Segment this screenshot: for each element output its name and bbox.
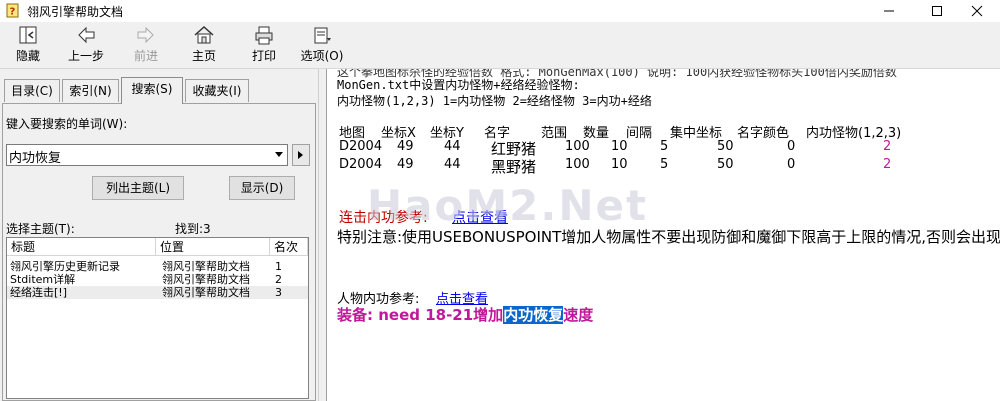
- tab-index[interactable]: 索引(N): [62, 79, 119, 102]
- table-cell: D2004: [339, 139, 383, 154]
- equip-suffix: 速度: [563, 306, 594, 324]
- hide-pane-icon: [19, 26, 37, 44]
- hide-label: 隐藏: [15, 49, 40, 63]
- result-location: 翎风引擎帮助文档: [162, 273, 250, 286]
- toolbar: 隐藏 上一步 前进 主页 打印 选项(O): [0, 22, 1000, 69]
- printer-icon: [255, 26, 273, 45]
- table-cell: D2004: [339, 157, 383, 172]
- search-expand-button[interactable]: [292, 144, 310, 166]
- list-topics-button[interactable]: 列出主题(L): [92, 176, 184, 200]
- close-icon: [971, 5, 983, 17]
- chevron-down-icon[interactable]: [275, 151, 284, 158]
- result-rank: 1: [275, 260, 282, 273]
- table-cell: 100: [565, 157, 590, 172]
- maximize-icon: [932, 6, 942, 16]
- svg-text:?: ?: [10, 7, 16, 18]
- arrow-right-small-icon: [298, 151, 303, 159]
- print-label: 打印: [251, 49, 276, 63]
- minimize-icon: [884, 10, 894, 12]
- equipment-line: 装备: need 18-21增加内功恢复速度: [337, 304, 593, 325]
- table-header: 集中坐标: [670, 126, 723, 141]
- result-location: 翎风引擎帮助文档: [162, 286, 250, 299]
- table-header: 间隔: [626, 126, 653, 141]
- table-cell: 5: [660, 157, 669, 172]
- list-item[interactable]: 翎风引擎历史更新记录 翎风引擎帮助文档 1: [7, 260, 308, 273]
- column-header-title[interactable]: 标题: [7, 238, 156, 256]
- search-prompt-label: 键入要搜索的单词(W):: [6, 117, 128, 131]
- select-topic-label: 选择主题(T):: [6, 222, 75, 236]
- content-line: 内功怪物(1,2,3) 1=内功怪物 2=经络怪物 3=内功+经络: [337, 94, 652, 108]
- table-header: 名字颜色: [737, 126, 790, 141]
- table-header: 范围: [541, 126, 568, 141]
- table-cell: 10: [611, 139, 628, 154]
- home-icon: [194, 25, 214, 44]
- title-bar: ? 翎风引擎帮助文档: [0, 0, 1000, 22]
- print-button[interactable]: 打印: [246, 24, 282, 66]
- content-pane: 这个拳地图标杀怪的经验倍数 格式: MonGenMax(100) 说明: 100…: [326, 69, 1000, 401]
- table-cell: 50: [717, 157, 734, 172]
- home-button[interactable]: 主页: [186, 24, 222, 66]
- table-cell: 10: [611, 157, 628, 172]
- window-title: 翎风引擎帮助文档: [27, 5, 124, 19]
- back-label: 上一步: [67, 49, 104, 63]
- table-cell: 2: [883, 157, 892, 172]
- options-label: 选项(O): [300, 49, 344, 63]
- forward-label: 前进: [133, 49, 158, 63]
- tab-favorites[interactable]: 收藏夹(I): [185, 79, 249, 102]
- forward-button[interactable]: 前进: [126, 24, 166, 66]
- watermark: HaoM2.Net: [367, 181, 649, 230]
- table-cell: 50: [717, 139, 734, 154]
- tab-search[interactable]: 搜索(S): [121, 77, 183, 104]
- table-cell: 44: [444, 139, 461, 154]
- table-cell: 0: [787, 157, 796, 172]
- options-button[interactable]: 选项(O): [300, 24, 344, 66]
- options-icon: [314, 27, 331, 44]
- search-input-value: 内功恢复: [9, 151, 62, 166]
- navigation-pane: 目录(C) 索引(N) 搜索(S) 收藏夹(I) 键入要搜索的单词(W): 内功…: [0, 69, 318, 401]
- result-location: 翎风引擎帮助文档: [162, 260, 250, 273]
- table-cell: 5: [660, 139, 669, 154]
- list-item[interactable]: 经络连击[!] 翎风引擎帮助文档 3: [7, 286, 308, 299]
- search-input[interactable]: 内功恢复: [6, 144, 288, 166]
- result-title: Stditem详解: [10, 273, 76, 286]
- table-cell: 100: [565, 139, 590, 154]
- table-cell: 44: [444, 157, 461, 172]
- arrow-right-icon: [137, 26, 154, 44]
- result-title: 翎风引擎历史更新记录: [10, 260, 120, 273]
- result-rank: 3: [275, 286, 282, 299]
- column-header-rank[interactable]: 名次: [270, 238, 308, 256]
- minimize-button[interactable]: [866, 0, 912, 22]
- tab-contents[interactable]: 目录(C): [4, 79, 60, 102]
- close-button[interactable]: [954, 0, 1000, 22]
- result-title: 经络连击[!]: [10, 286, 67, 299]
- column-header-location[interactable]: 位置: [156, 238, 270, 256]
- content-line: MonGen.txt中设置内功怪物+经络经验怪物:: [337, 78, 580, 92]
- back-button[interactable]: 上一步: [64, 24, 108, 66]
- result-rank: 2: [275, 273, 282, 286]
- home-label: 主页: [191, 49, 216, 63]
- table-cell: 0: [787, 139, 796, 154]
- table-cell: 49: [397, 157, 414, 172]
- help-question-icon: ?: [6, 3, 19, 18]
- hide-button[interactable]: 隐藏: [8, 24, 48, 66]
- results-list: 标题 位置 名次 翎风引擎历史更新记录 翎风引擎帮助文档 1 Stditem详解…: [6, 237, 309, 399]
- display-button[interactable]: 显示(D): [229, 176, 295, 200]
- search-highlight: 内功恢复: [503, 306, 564, 324]
- special-note-line: 特别注意:使用USEBONUSPOINT增加人物属性不要出现防御和魔御下限高于上…: [337, 228, 1000, 246]
- arrow-left-icon: [78, 26, 95, 44]
- table-cell: 2: [883, 139, 892, 154]
- equip-prefix: 装备: need 18-21增加: [337, 306, 504, 324]
- table-cell: 黑野猪: [491, 158, 537, 176]
- found-count: 找到:3: [175, 222, 211, 236]
- list-item[interactable]: Stditem详解 翎风引擎帮助文档 2: [7, 273, 308, 286]
- table-cell: 49: [397, 139, 414, 154]
